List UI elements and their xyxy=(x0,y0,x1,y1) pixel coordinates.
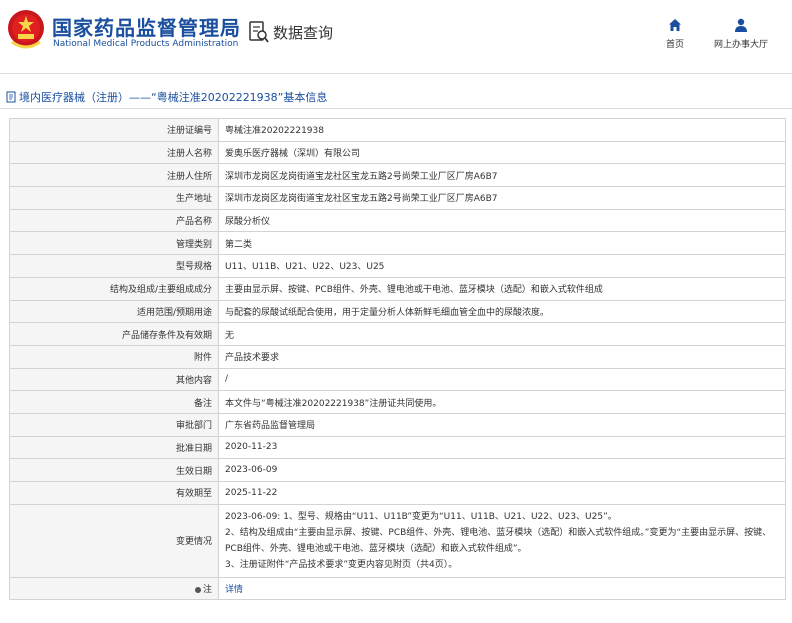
field-label: 适用范围/预期用途 xyxy=(9,299,219,324)
field-label: 管理类别 xyxy=(9,231,219,256)
table-row: 批准日期 2020-11-23 xyxy=(9,435,786,460)
table-row: 适用范围/预期用途 与配套的尿酸试纸配合使用，用于定量分析人体新鲜毛细血管全血中的… xyxy=(9,299,786,324)
change-line: 3、注册证附件“产品技术要求”变更内容见附页（共4页）。 xyxy=(225,559,458,570)
field-value: U11、U11B、U21、U22、U23、U25 xyxy=(218,254,786,278)
nav-home[interactable]: 首页 xyxy=(660,18,690,50)
field-value: 2020-11-23 xyxy=(218,435,786,460)
table-row: 附件 产品技术要求 xyxy=(9,344,786,369)
home-icon xyxy=(669,19,681,31)
field-value: 粤械注准20202221938 xyxy=(218,118,786,142)
field-value: 本文件与“粤械注准20202221938”注册证共同使用。 xyxy=(218,390,786,414)
breadcrumb: 境内医疗器械（注册）——“粤械注准20202221938”基本信息 xyxy=(6,89,327,105)
table-row: 型号规格 U11、U11B、U21、U22、U23、U25 xyxy=(9,254,786,278)
header-divider xyxy=(0,73,792,74)
breadcrumb-text: 境内医疗器械（注册）——“粤械注准20202221938”基本信息 xyxy=(19,91,328,104)
field-label: 有效期至 xyxy=(9,481,219,505)
table-row: 备注 本文件与“粤械注准20202221938”注册证共同使用。 xyxy=(9,390,786,414)
change-line: 2、结构及组成由“主要由显示屏、按键、PCB组件、外壳、锂电池、蓝牙模块（选配）… xyxy=(225,527,772,554)
nav-home-label: 首页 xyxy=(665,40,684,50)
field-value: / xyxy=(218,367,786,392)
field-value: 主要由显示屏、按键、PCB组件、外壳、锂电池或干电池、蓝牙模块（选配）和嵌入式软… xyxy=(218,276,786,301)
national-emblem-icon xyxy=(8,10,44,49)
table-row-changes: 变更情况 2023-06-09: 1、型号、规格由“U11、U11B”变更为“U… xyxy=(9,503,786,578)
field-value: 与配套的尿酸试纸配合使用，用于定量分析人体新鲜毛细血管全血中的尿酸浓度。 xyxy=(218,299,786,324)
table-row: 注册人住所 深圳市龙岗区龙岗街道宝龙社区宝龙五路2号尚荣工业厂区厂房A6B7 xyxy=(9,163,786,188)
brand-title-en: National Medical Products Administration xyxy=(53,39,239,49)
field-label: 附件 xyxy=(9,344,219,369)
field-label-note: 注 xyxy=(9,576,219,601)
breadcrumb-divider xyxy=(0,108,792,109)
field-value: 2025-11-22 xyxy=(218,481,786,505)
field-label: 结构及组成/主要组成成分 xyxy=(9,276,219,301)
field-value: 爱奥乐医疗器械（深圳）有限公司 xyxy=(218,140,786,165)
table-row: 结构及组成/主要组成成分 主要由显示屏、按键、PCB组件、外壳、锂电池或干电池、蓝… xyxy=(9,276,786,301)
table-row: 生产地址 深圳市龙岗区龙岗街道宝龙社区宝龙五路2号尚荣工业厂区厂房A6B7 xyxy=(9,186,786,210)
field-label: 生产地址 xyxy=(9,186,219,210)
field-value: 2023-06-09 xyxy=(218,458,786,482)
field-label: 批准日期 xyxy=(9,435,219,460)
table-row: 审批部门 广东省药品监督管理局 xyxy=(9,412,786,437)
field-value-changes: 2023-06-09: 1、型号、规格由“U11、U11B”变更为“U11、U1… xyxy=(218,503,786,578)
field-label: 审批部门 xyxy=(9,412,219,437)
table-row: 管理类别 第二类 xyxy=(9,231,786,256)
field-label: 型号规格 xyxy=(9,254,219,278)
field-value: 广东省药品监督管理局 xyxy=(218,412,786,437)
note-label: 注 xyxy=(202,585,212,596)
table-row: 注册证编号 粤械注准20202221938 xyxy=(9,118,786,142)
field-label: 产品名称 xyxy=(9,208,219,233)
table-row: 有效期至 2025-11-22 xyxy=(9,481,786,505)
table-row-note: 注 详情 xyxy=(9,576,786,601)
field-value: 产品技术要求 xyxy=(218,344,786,369)
brand-title-cn: 国家药品监督管理局 xyxy=(52,16,241,40)
field-label: 生效日期 xyxy=(9,458,219,482)
table-row: 生效日期 2023-06-09 xyxy=(9,458,786,482)
document-icon xyxy=(6,91,16,103)
table-row: 产品名称 尿酸分析仪 xyxy=(9,208,786,233)
field-value: 无 xyxy=(218,322,786,346)
nav-online-hall[interactable]: 网上办事大厅 xyxy=(706,18,776,50)
page-title: 数据查询 xyxy=(273,24,334,42)
field-value: 深圳市龙岗区龙岗街道宝龙社区宝龙五路2号尚荣工业厂区厂房A6B7 xyxy=(218,186,786,210)
field-label: 变更情况 xyxy=(9,503,219,578)
nav-online-hall-label: 网上办事大厅 xyxy=(713,40,768,50)
user-icon xyxy=(735,18,747,32)
field-value: 详情 xyxy=(218,576,786,601)
change-line: 2023-06-09: 1、型号、规格由“U11、U11B”变更为“U11、U1… xyxy=(225,511,617,522)
data-query-icon xyxy=(249,21,269,43)
table-row: 产品储存条件及有效期无 xyxy=(9,322,786,346)
field-label: 注册人名称 xyxy=(9,140,219,165)
bullet-icon xyxy=(194,586,201,593)
field-value: 深圳市龙岗区龙岗街道宝龙社区宝龙五路2号尚荣工业厂区厂房A6B7 xyxy=(218,163,786,188)
table-row: 注册人名称 爱奥乐医疗器械（深圳）有限公司 xyxy=(9,140,786,165)
registration-info-table: 注册证编号 粤械注准20202221938 注册人名称 爱奥乐医疗器械（深圳）有限公… xyxy=(9,118,786,601)
field-label: 产品储存条件及有效期 xyxy=(9,322,219,346)
field-value: 第二类 xyxy=(218,231,786,256)
field-label: 其他内容 xyxy=(9,367,219,392)
field-label: 注册证编号 xyxy=(9,118,219,142)
field-label: 备注 xyxy=(9,390,219,414)
field-value: 尿酸分析仪 xyxy=(218,208,786,233)
details-link[interactable]: 详情 xyxy=(225,585,243,595)
field-label: 注册人住所 xyxy=(9,163,219,188)
site-header: 国家药品监督管理局 National Medical Products Admi… xyxy=(0,0,792,68)
table-row: 其他内容 / xyxy=(9,367,786,392)
